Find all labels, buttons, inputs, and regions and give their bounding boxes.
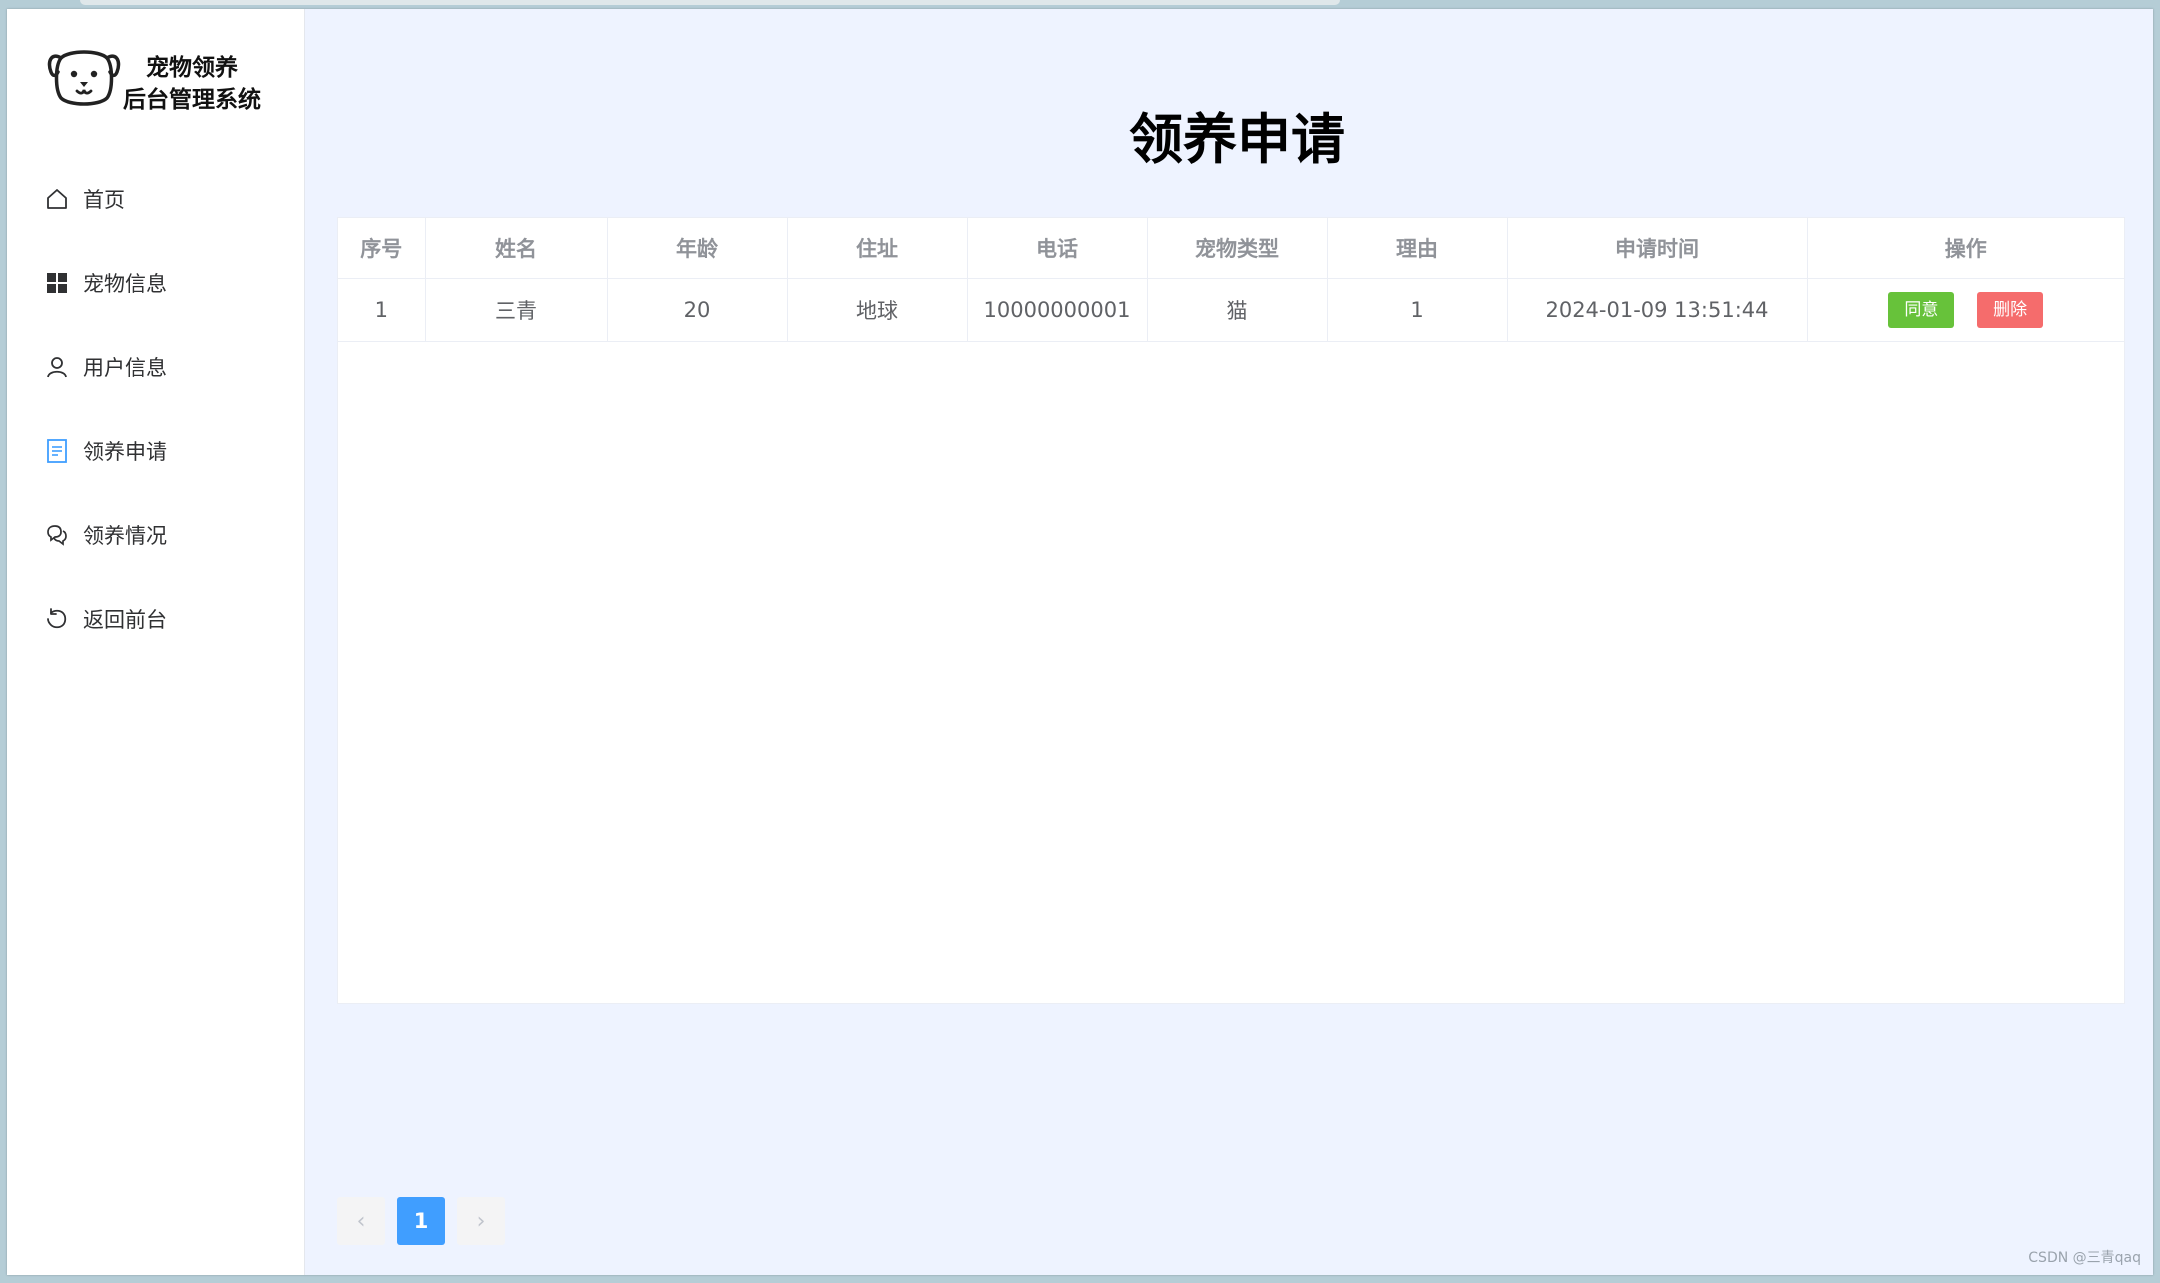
sidebar-item-label: 领养情况	[83, 524, 167, 548]
browser-top-strip	[80, 0, 1340, 5]
prev-page-button[interactable]: ‹	[337, 1197, 385, 1245]
cell-name: 三青	[425, 278, 608, 342]
sidebar-item-adoption-apply[interactable]: 领养申请	[7, 409, 304, 493]
sidebar: 宠物领养 后台管理系统 首页 宠物信息 用户信息 领养申请 领养情况 返回前台	[7, 9, 305, 1275]
app-title: 宠物领养 后台管理系统	[123, 52, 261, 116]
cell-reason: 1	[1327, 278, 1508, 342]
document-icon	[43, 437, 71, 465]
chat-icon	[43, 521, 71, 549]
sidebar-item-user-info[interactable]: 用户信息	[7, 325, 304, 409]
column-header: 宠物类型	[1147, 218, 1328, 279]
next-page-button[interactable]: ›	[457, 1197, 505, 1245]
table-header-row: 序号 姓名 年龄 住址 电话 宠物类型 理由 申请时间 操作	[338, 218, 2124, 279]
page-number-current[interactable]: 1	[397, 1197, 445, 1245]
sidebar-item-adoption-status[interactable]: 领养情况	[7, 493, 304, 577]
user-icon	[43, 353, 71, 381]
delete-button[interactable]: 删除	[1977, 292, 2044, 328]
column-header: 电话	[967, 218, 1148, 279]
grid-icon	[43, 269, 71, 297]
cell-age: 20	[607, 278, 788, 342]
table-row: 1 三青 20 地球 10000000001 猫 1 2024-01-09 13…	[338, 278, 2124, 342]
cell-actions: 同意 删除	[1807, 278, 2124, 342]
dog-logo-icon	[47, 50, 121, 106]
column-header: 年龄	[607, 218, 788, 279]
cell-address: 地球	[787, 278, 968, 342]
app-title-line1: 宠物领养	[146, 55, 238, 81]
column-header: 申请时间	[1507, 218, 1808, 279]
column-header: 操作	[1807, 218, 2124, 279]
sidebar-item-label: 用户信息	[83, 356, 167, 380]
cell-pet-type: 猫	[1147, 278, 1328, 342]
column-header: 理由	[1327, 218, 1508, 279]
column-header: 姓名	[425, 218, 608, 279]
column-header: 序号	[338, 218, 426, 279]
sidebar-item-label: 返回前台	[83, 608, 167, 632]
sidebar-menu: 首页 宠物信息 用户信息 领养申请 领养情况 返回前台	[7, 157, 304, 661]
page-title: 领养申请	[1129, 108, 1345, 171]
app-title-line2: 后台管理系统	[123, 87, 261, 113]
app-window: 宠物领养 后台管理系统 首页 宠物信息 用户信息 领养申请 领养情况 返回前台 …	[7, 9, 2153, 1275]
logo: 宠物领养 后台管理系统	[47, 46, 297, 126]
watermark: CSDN @三青qaq	[2028, 1250, 2141, 1266]
refresh-icon	[43, 605, 71, 633]
cell-index: 1	[338, 278, 426, 342]
home-icon	[43, 185, 71, 213]
column-header: 住址	[787, 218, 968, 279]
cell-apply-time: 2024-01-09 13:51:44	[1507, 278, 1808, 342]
sidebar-item-home[interactable]: 首页	[7, 157, 304, 241]
sidebar-item-label: 首页	[83, 188, 125, 212]
cell-phone: 10000000001	[967, 278, 1148, 342]
sidebar-item-pet-info[interactable]: 宠物信息	[7, 241, 304, 325]
sidebar-item-label: 领养申请	[83, 440, 167, 464]
agree-button[interactable]: 同意	[1888, 292, 1955, 328]
sidebar-item-back-frontend[interactable]: 返回前台	[7, 577, 304, 661]
sidebar-item-label: 宠物信息	[83, 272, 167, 296]
applications-table: 序号 姓名 年龄 住址 电话 宠物类型 理由 申请时间 操作 1 三青 20 地…	[337, 217, 2125, 1004]
pagination: ‹ 1 ›	[337, 1197, 517, 1245]
